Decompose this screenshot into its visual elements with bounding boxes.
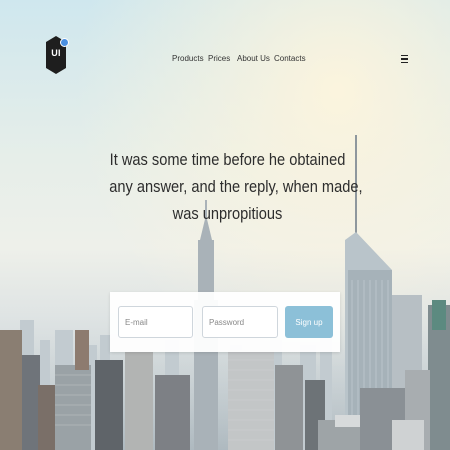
top-navigation: UI Products Prices About Us Contacts xyxy=(0,0,450,110)
hero-headline: It was some time before he obtained any … xyxy=(109,146,363,227)
hero-background: UI Products Prices About Us Contacts It … xyxy=(0,0,450,450)
sign-up-button[interactable]: Sign up xyxy=(285,306,333,338)
logo-dot-icon xyxy=(60,38,69,47)
signup-form: Sign up xyxy=(110,292,340,352)
password-field[interactable] xyxy=(202,306,278,338)
hamburger-menu-icon[interactable] xyxy=(401,55,408,63)
nav-item-about-us[interactable]: About Us xyxy=(237,54,270,63)
headline-line: It was some time before he obtained xyxy=(109,150,346,169)
headline-line: was unpropitious xyxy=(172,204,283,223)
nav-item-products[interactable]: Products xyxy=(172,54,204,63)
headline-line: any answer, and the reply, when made, xyxy=(109,177,363,196)
nav-item-prices[interactable]: Prices xyxy=(208,54,230,63)
main-menu: Products Prices About Us Contacts xyxy=(0,54,450,66)
nav-item-contacts[interactable]: Contacts xyxy=(274,54,306,63)
email-field[interactable] xyxy=(118,306,193,338)
